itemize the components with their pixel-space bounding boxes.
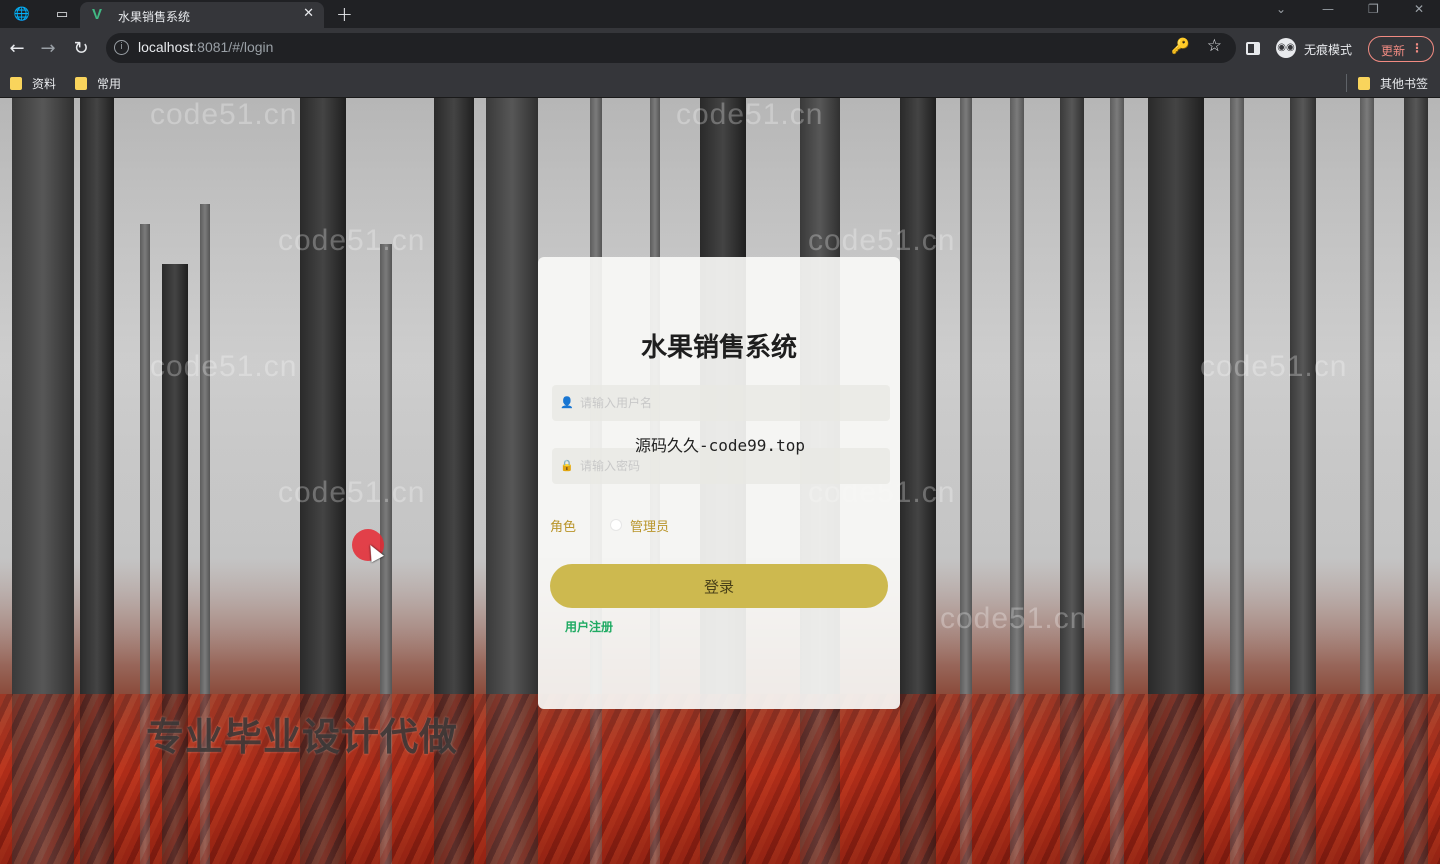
page-viewport: code51.cn code51.cn code51.cn code51.cn …: [0, 98, 1440, 864]
reload-icon[interactable]: ↻: [70, 37, 92, 59]
browser-toolbar: ← → ↻ i localhost:8081/#/login 🔑 ☆ ◉◉ 无痕…: [0, 28, 1440, 68]
tab-bar: 🌐 ▭ V 水果销售系统 ✕ + ⌄ — ❐ ✕: [0, 0, 1440, 28]
site-watermark: code51.cn: [278, 476, 426, 509]
tab-search-icon[interactable]: ▭: [52, 4, 72, 24]
menu-dots-icon[interactable]: ⋮: [1411, 41, 1423, 55]
forward-icon[interactable]: →: [37, 37, 59, 59]
other-bookmarks[interactable]: 其他书签: [1358, 75, 1428, 92]
incognito-label: 无痕模式: [1304, 43, 1353, 57]
new-tab-icon[interactable]: +: [336, 2, 353, 26]
bookmarks-bar: 资料 常用 其他书签: [0, 68, 1440, 98]
back-icon[interactable]: ←: [6, 37, 28, 59]
login-card: 水果销售系统 👤 🔒 源码久久-code99.top 角色 管理员 登录 用户注…: [538, 257, 900, 709]
site-watermark: code51.cn: [278, 224, 426, 257]
role-label: 角色: [550, 520, 577, 535]
site-watermark: code51.cn: [150, 350, 298, 383]
site-watermark: code51.cn: [1200, 350, 1348, 383]
url-text[interactable]: localhost:8081/#/login: [138, 39, 273, 55]
lock-icon: 🔒: [560, 459, 574, 472]
user-icon: 👤: [560, 396, 574, 409]
password-key-icon[interactable]: 🔑: [1171, 37, 1190, 55]
bookmark-folder-changyong[interactable]: 常用: [75, 75, 121, 92]
update-label: 更新: [1381, 44, 1406, 58]
source-watermark: 源码久久-code99.top: [635, 436, 805, 455]
register-link[interactable]: 用户注册: [565, 618, 613, 635]
minimize-icon[interactable]: —: [1322, 2, 1334, 16]
vue-favicon-icon: V: [92, 6, 103, 23]
side-panel-icon[interactable]: [1246, 42, 1260, 55]
maximize-icon[interactable]: ❐: [1368, 2, 1379, 16]
address-bar[interactable]: i localhost:8081/#/login 🔑 ☆: [106, 33, 1236, 63]
site-watermark: code51.cn: [808, 224, 956, 257]
login-title: 水果销售系统: [640, 333, 797, 363]
folder-icon: [1358, 77, 1370, 90]
username-field[interactable]: 👤: [552, 385, 890, 421]
role-option-admin-label[interactable]: 管理员: [630, 516, 669, 535]
bookmark-star-icon[interactable]: ☆: [1207, 36, 1222, 56]
site-watermark: code51.cn: [940, 602, 1088, 635]
bookmark-folder-ziliao[interactable]: 资料: [10, 75, 56, 92]
ad-overlay-text: 专业毕业设计代做: [146, 715, 459, 759]
role-radio-admin[interactable]: [610, 519, 622, 531]
username-input[interactable]: [580, 385, 880, 421]
bookmark-separator: [1346, 74, 1347, 92]
close-tab-icon[interactable]: ✕: [303, 6, 314, 21]
incognito-icon[interactable]: ◉◉: [1276, 38, 1296, 58]
close-window-icon[interactable]: ✕: [1414, 2, 1424, 16]
login-button[interactable]: 登录: [550, 564, 888, 608]
folder-icon: [75, 77, 87, 90]
active-tab[interactable]: V 水果销售系统 ✕: [80, 2, 324, 28]
globe-icon[interactable]: 🌐: [12, 4, 32, 24]
site-watermark: code51.cn: [150, 98, 298, 131]
site-info-icon[interactable]: i: [114, 40, 129, 55]
site-watermark: code51.cn: [676, 98, 824, 131]
tab-list-icon[interactable]: ⌄: [1276, 2, 1286, 16]
folder-icon: [10, 77, 22, 90]
tab-title: 水果销售系统: [118, 10, 191, 24]
update-button[interactable]: 更新 ⋮: [1368, 36, 1434, 62]
